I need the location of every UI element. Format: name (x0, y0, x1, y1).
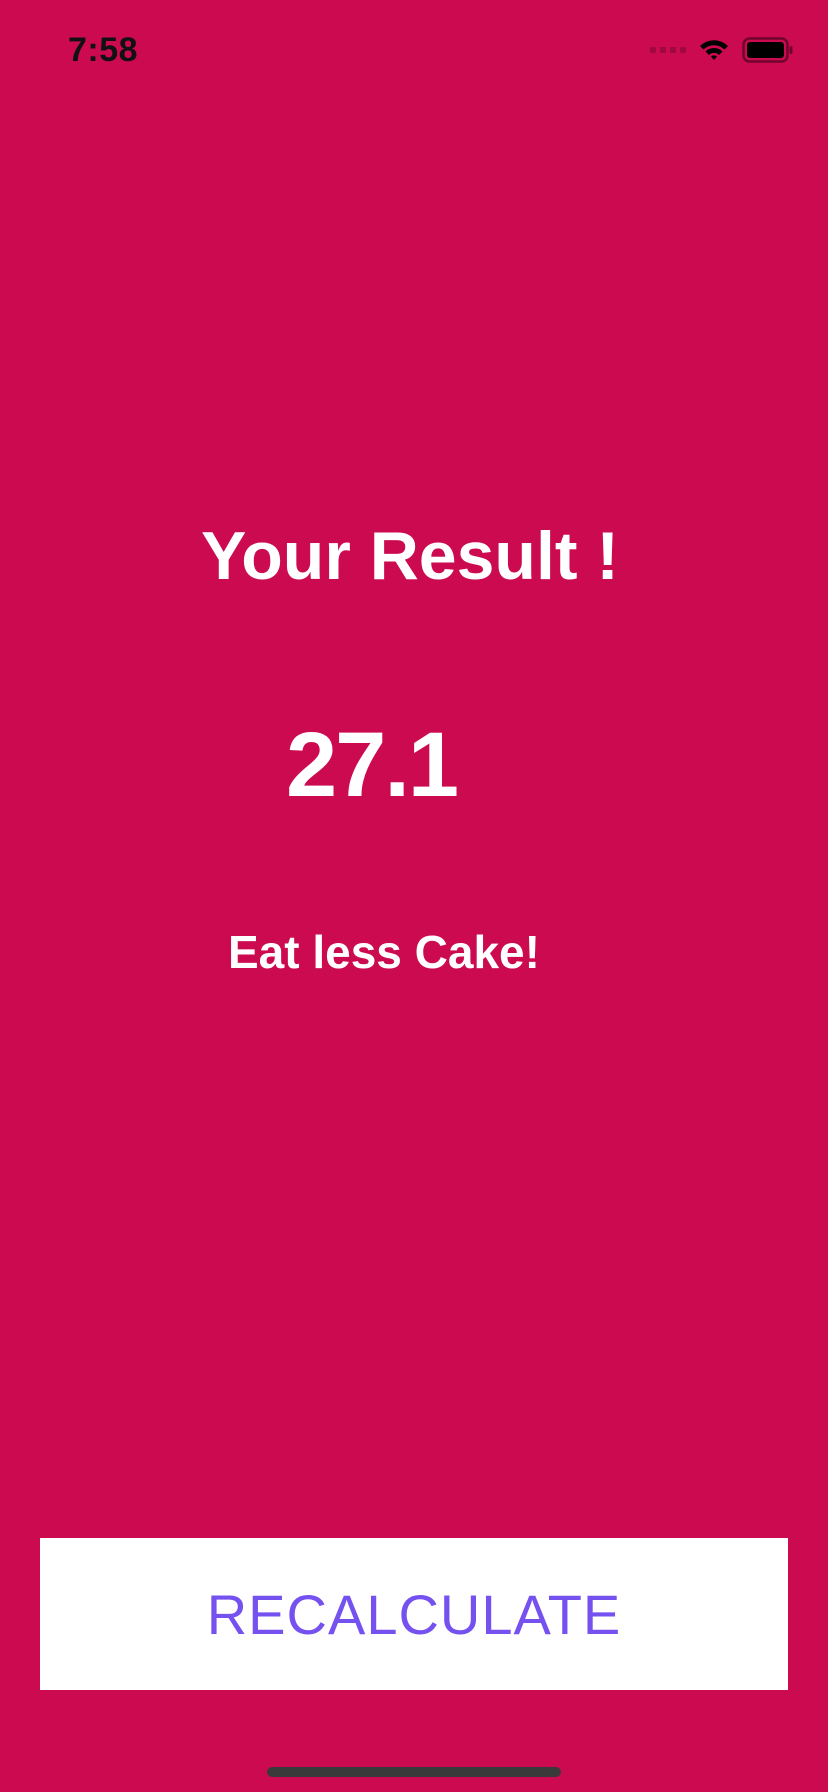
battery-icon (742, 37, 793, 63)
recalculate-button[interactable]: RECALCULATE (40, 1538, 788, 1690)
result-screen: 7:58 Your Result ! 27.1 Eat less Cake! R… (0, 0, 828, 1792)
result-advice: Eat less Cake! (228, 926, 540, 978)
status-time: 7:58 (68, 31, 139, 69)
result-title: Your Result ! (200, 518, 620, 594)
bmi-result-value: 27.1 (286, 714, 459, 816)
status-icons (650, 36, 794, 64)
status-bar: 7:58 (0, 0, 828, 100)
home-indicator[interactable] (267, 1767, 561, 1777)
recalculate-label: RECALCULATE (206, 1582, 622, 1646)
cellular-signal-icon (650, 47, 686, 53)
wifi-icon (700, 40, 728, 60)
